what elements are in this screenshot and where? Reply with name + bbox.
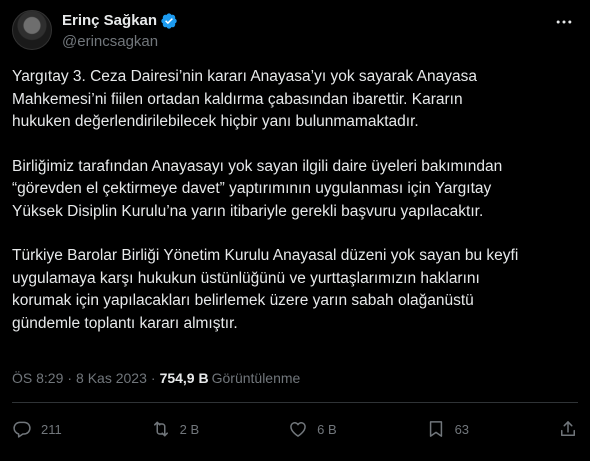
tweet-paragraph: Birliğimiz tarafından Anayasayı yok saya… xyxy=(12,156,578,224)
tweet-line: Yüksek Disiplin Kurulu’na yarın itibariy… xyxy=(12,202,484,220)
heart-icon xyxy=(290,422,306,437)
tweet-text: Yargıtay 3. Ceza Dairesi’nin kararı Anay… xyxy=(12,66,578,357)
tweet-header: Erinç Sağkan @erincsagkan xyxy=(12,10,578,54)
like-button[interactable]: 6 B xyxy=(288,419,337,439)
meta-separator: · xyxy=(150,370,156,386)
tweet-line: hukuken değerlendirilebilecek hiçbir yan… xyxy=(12,113,419,130)
bookmark-icon xyxy=(429,421,442,437)
like-count: 6 B xyxy=(317,421,337,437)
bookmark-button[interactable]: 63 xyxy=(426,419,469,439)
tweet-meta: ÖS 8:29 · 8 Kas 2023 · 754,9 B Görüntüle… xyxy=(12,369,300,387)
views-label: Görüntülenme xyxy=(211,370,301,386)
avatar[interactable] xyxy=(12,10,52,50)
meta-separator: · xyxy=(67,370,73,386)
divider xyxy=(12,402,578,403)
reply-count: 211 xyxy=(41,421,62,437)
retweet-count: 2 B xyxy=(179,421,200,437)
share-button[interactable] xyxy=(558,419,578,439)
tweet-line: Türkiye Barolar Birliği Yönetim Kurulu A… xyxy=(12,247,519,264)
tweet-line: korumak için yapılacakları belirlemek üz… xyxy=(12,292,474,309)
tweet-paragraph: Türkiye Barolar Birliği Yönetim Kurulu A… xyxy=(12,245,578,335)
tweet-line: “görevden el çektirmeye davet” yaptırımı… xyxy=(12,180,492,197)
tweet-time[interactable]: ÖS 8:29 xyxy=(12,369,63,387)
author-handle[interactable]: @erincsagkan xyxy=(62,32,178,52)
tweet-line: Mahkemesi’ni fiilen ortadan kaldırma çab… xyxy=(12,90,463,108)
tweet-line: uygulamaya karşı hukukun üstünlüğünü ve … xyxy=(12,269,480,287)
reply-icon xyxy=(13,421,31,438)
bookmark-count: 63 xyxy=(454,421,470,437)
tweet-actions: 211 2 B 6 B 63 xyxy=(12,416,578,442)
verified-badge-icon xyxy=(161,13,177,29)
author-display-name[interactable]: Erinç Sağkan xyxy=(62,11,157,31)
tweet-line: Yargıtay 3. Ceza Dairesi’nin kararı Anay… xyxy=(12,68,477,85)
retweet-icon xyxy=(153,421,168,437)
more-options-icon[interactable] xyxy=(554,12,574,32)
reply-button[interactable]: 211 xyxy=(12,419,62,439)
author-names: Erinç Sağkan @erincsagkan xyxy=(62,11,178,52)
tweet-line: Birliğimiz tarafından Anayasayı yok saya… xyxy=(12,157,503,175)
share-icon xyxy=(560,421,575,436)
tweet-date[interactable]: 8 Kas 2023 xyxy=(76,369,147,387)
name-row: Erinç Sağkan xyxy=(62,11,178,31)
retweet-button[interactable]: 2 B xyxy=(151,419,200,439)
tweet-line: gündemle toplantı kararı almıştır. xyxy=(12,314,238,332)
tweet-paragraph: Yargıtay 3. Ceza Dairesi’nin kararı Anay… xyxy=(12,66,578,134)
views-count[interactable]: 754,9 B xyxy=(160,369,209,387)
